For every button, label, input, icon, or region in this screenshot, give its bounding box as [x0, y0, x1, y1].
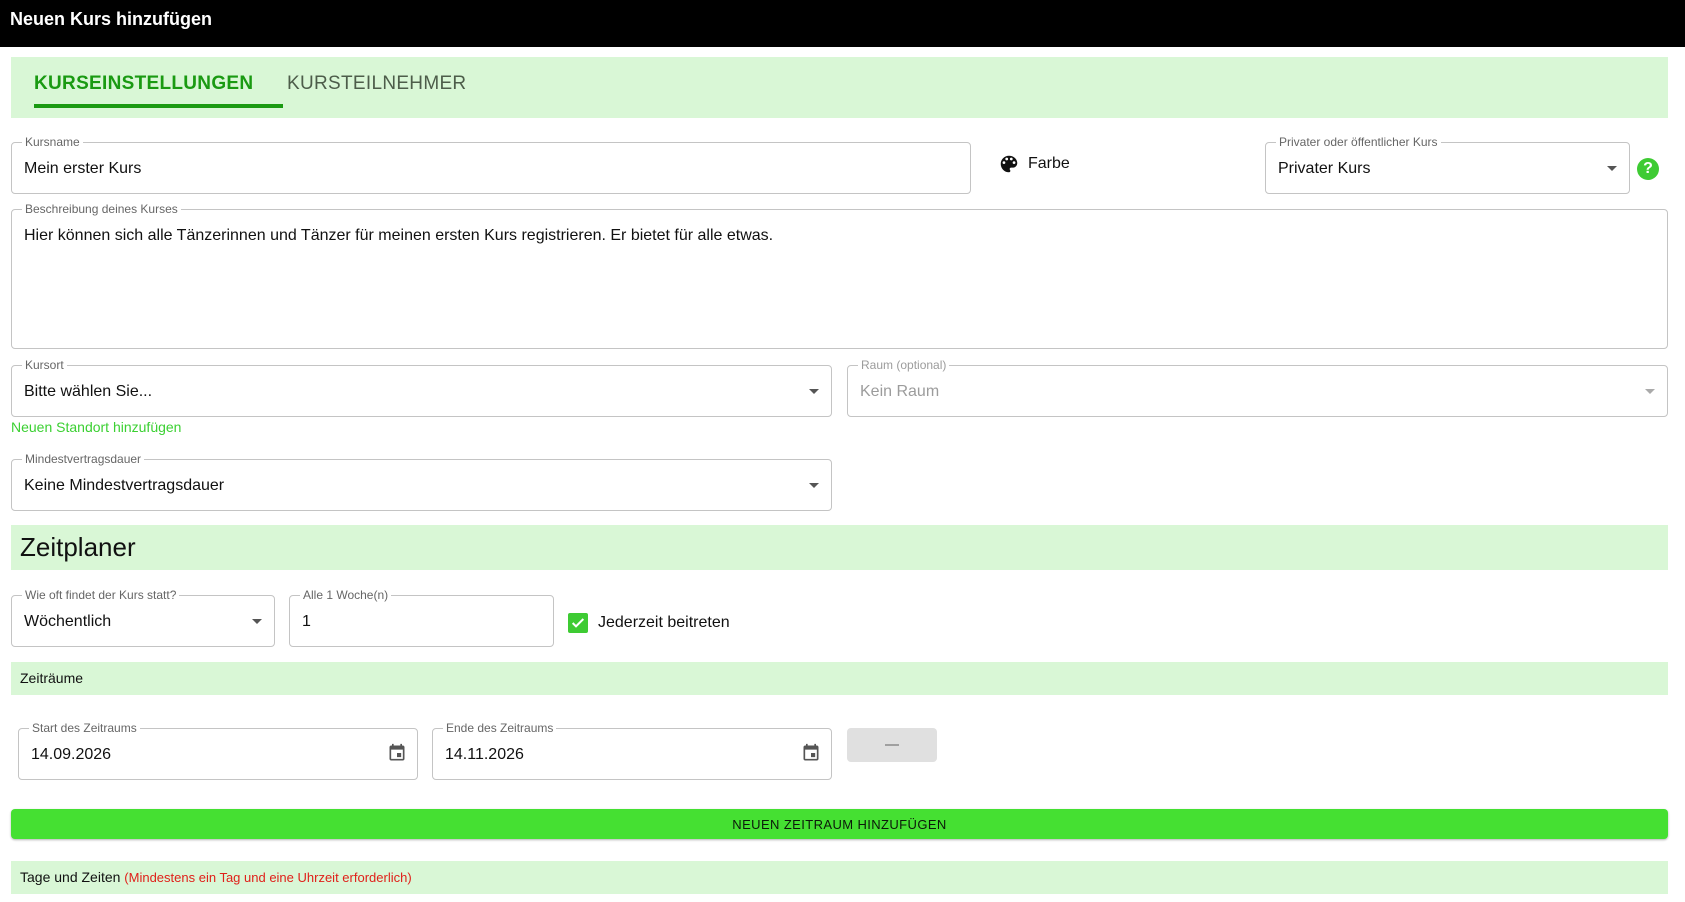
days-times-requirement: (Mindestens ein Tag und eine Uhrzeit erf… — [124, 870, 412, 885]
tab-kurseinstellungen[interactable]: KURSEINSTELLUNGEN — [34, 73, 253, 103]
days-times-section-header: Tage und Zeiten (Mindestens ein Tag und … — [11, 861, 1668, 894]
min-duration-select[interactable]: Mindestvertragsdauer Keine Mindestvertra… — [11, 452, 832, 511]
interval-input[interactable]: Alle 1 Woche(n) 1 — [289, 588, 554, 647]
scheduler-title: Zeitplaner — [20, 532, 136, 562]
minus-icon — [885, 744, 899, 746]
days-times-title: Tage und Zeiten — [20, 869, 121, 885]
min-duration-label: Mindestvertragsdauer — [22, 452, 145, 466]
period-end-field[interactable]: Ende des Zeitraums 14.11.2026 — [432, 721, 832, 780]
location-label: Kursort — [22, 358, 67, 372]
interval-value: 1 — [302, 613, 311, 630]
visibility-select[interactable]: Privater oder öffentlicher Kurs Privater… — [1265, 135, 1630, 194]
add-location-link[interactable]: Neuen Standort hinzufügen — [11, 419, 181, 435]
location-select[interactable]: Kursort Bitte wählen Sie... — [11, 358, 832, 417]
calendar-icon[interactable] — [801, 743, 821, 763]
add-period-button[interactable]: NEUEN ZEITRAUM HINZUFÜGEN — [11, 809, 1668, 839]
periods-section-header: Zeiträume — [11, 662, 1668, 695]
frequency-select[interactable]: Wie oft findet der Kurs statt? Wöchentli… — [11, 588, 275, 647]
calendar-icon[interactable] — [387, 743, 407, 763]
app-header: Neuen Kurs hinzufügen — [0, 0, 1685, 47]
interval-label: Alle 1 Woche(n) — [300, 588, 392, 602]
description-value: Hier können sich alle Tänzerinnen und Tä… — [24, 227, 774, 244]
page-title: Neuen Kurs hinzufügen — [10, 9, 212, 29]
scheduler-section-header: Zeitplaner — [11, 525, 1668, 570]
dialog-content: KURSEINSTELLUNGEN KURSTEILNEHMER Kursnam… — [0, 47, 1685, 902]
tab-kursteilnehmer[interactable]: KURSTEILNEHMER — [287, 73, 466, 103]
period-start-label: Start des Zeitraums — [29, 721, 140, 735]
description-label: Beschreibung deines Kurses — [22, 202, 181, 216]
help-icon[interactable]: ? — [1637, 158, 1659, 180]
course-name-field[interactable]: Kursname Mein erster Kurs — [11, 135, 971, 194]
frequency-label: Wie oft findet der Kurs statt? — [22, 588, 180, 602]
period-end-label: Ende des Zeitraums — [443, 721, 557, 735]
frequency-value: Wöchentlich — [24, 613, 112, 630]
chevron-down-icon — [809, 483, 819, 488]
chevron-down-icon — [809, 389, 819, 394]
period-start-value: 14.09.2026 — [31, 746, 112, 763]
join-anytime-checkbox[interactable] — [568, 613, 588, 633]
color-picker-label[interactable]: Farbe — [1028, 155, 1070, 173]
visibility-value: Privater Kurs — [1278, 160, 1371, 177]
visibility-label: Privater oder öffentlicher Kurs — [1276, 135, 1441, 149]
active-tab-indicator — [34, 104, 283, 108]
chevron-down-icon — [1645, 389, 1655, 394]
periods-title: Zeiträume — [20, 670, 84, 686]
room-select[interactable]: Raum (optional) Kein Raum — [847, 358, 1668, 417]
remove-period-button[interactable] — [847, 728, 937, 762]
join-anytime-label: Jederzeit beitreten — [598, 614, 730, 631]
check-icon — [571, 618, 585, 628]
palette-icon[interactable] — [998, 153, 1020, 175]
min-duration-value: Keine Mindestvertragsdauer — [24, 477, 225, 494]
description-field[interactable]: Beschreibung deines Kurses Hier können s… — [11, 202, 1668, 349]
period-end-value: 14.11.2026 — [445, 746, 524, 763]
add-period-button-label: NEUEN ZEITRAUM HINZUFÜGEN — [732, 817, 947, 832]
period-start-field[interactable]: Start des Zeitraums 14.09.2026 — [18, 721, 418, 780]
room-label: Raum (optional) — [858, 358, 950, 372]
tab-bar: KURSEINSTELLUNGEN KURSTEILNEHMER — [11, 57, 1668, 118]
course-name-value: Mein erster Kurs — [24, 160, 142, 177]
chevron-down-icon — [1607, 166, 1617, 171]
chevron-down-icon — [252, 619, 262, 624]
room-value: Kein Raum — [860, 383, 940, 400]
course-name-label: Kursname — [22, 135, 83, 149]
location-value: Bitte wählen Sie... — [24, 383, 153, 400]
